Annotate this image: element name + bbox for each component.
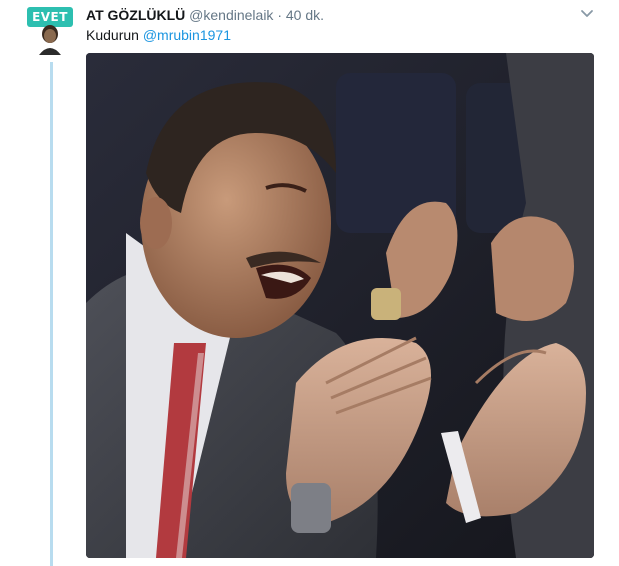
chevron-down-icon[interactable] <box>578 6 596 22</box>
separator-dot: · <box>277 7 282 23</box>
timestamp[interactable]: 40 dk. <box>286 7 324 23</box>
tweet-text-body: Kudurun <box>86 27 139 43</box>
tweet-photo[interactable] <box>86 53 594 558</box>
avatar[interactable]: EVET <box>25 5 77 57</box>
tweet[interactable]: EVET AT GÖZLÜKLÜ @kendinelaik · 40 dk. K… <box>0 0 619 566</box>
tweet-text: Kudurun @mrubin1971 <box>86 26 231 44</box>
photo-illustration <box>86 53 594 558</box>
thread-line <box>50 62 53 566</box>
mention-link[interactable]: @mrubin1971 <box>143 27 231 43</box>
avatar-figure-icon <box>39 25 61 55</box>
author-handle[interactable]: @kendinelaik <box>189 7 273 23</box>
tweet-header: AT GÖZLÜKLÜ @kendinelaik · 40 dk. <box>86 6 324 24</box>
author-name[interactable]: AT GÖZLÜKLÜ <box>86 7 185 23</box>
